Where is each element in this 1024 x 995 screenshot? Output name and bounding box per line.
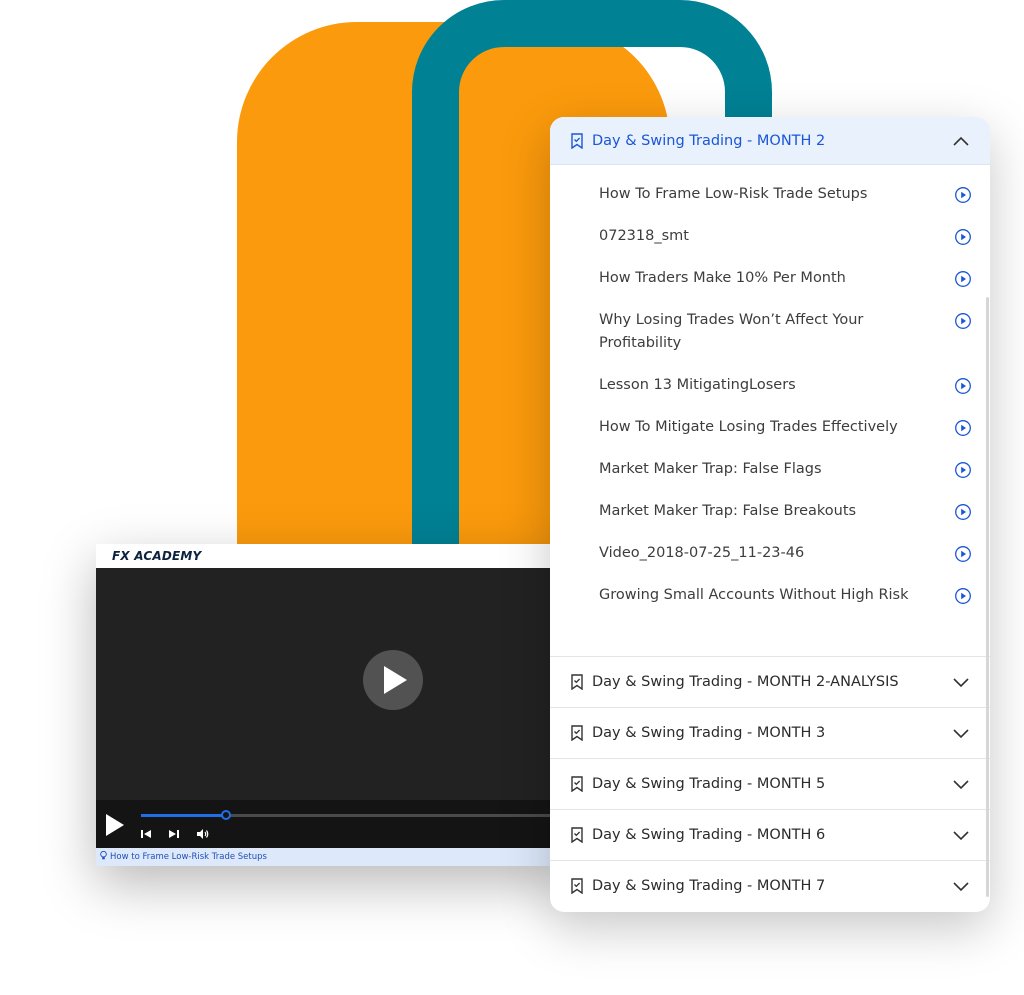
bookmark-icon bbox=[571, 132, 583, 149]
lesson-item[interactable]: Video_2018-07-25_11-23-46 bbox=[550, 542, 990, 565]
play-circle-icon[interactable] bbox=[954, 377, 972, 395]
module-title: Day & Swing Trading - MONTH 2 bbox=[592, 132, 826, 149]
chevron-down-icon[interactable] bbox=[952, 829, 970, 841]
lesson-label: How Traders Make 10% Per Month bbox=[599, 270, 846, 286]
module-title: Day & Swing Trading - MONTH 7 bbox=[592, 878, 826, 894]
skip-forward-icon[interactable] bbox=[169, 829, 179, 842]
play-circle-icon[interactable] bbox=[954, 545, 972, 563]
module-header-month-6[interactable]: Day & Swing Trading - MONTH 6 bbox=[550, 809, 990, 860]
chevron-up-icon[interactable] bbox=[952, 135, 970, 147]
progress-fill bbox=[141, 814, 226, 817]
lesson-label: Lesson 13 MitigatingLosers bbox=[599, 377, 796, 393]
lesson-label: How To Mitigate Losing Trades Effectivel… bbox=[599, 419, 898, 435]
play-circle-icon[interactable] bbox=[954, 186, 972, 204]
progress-bar[interactable] bbox=[141, 810, 566, 820]
lesson-item[interactable]: How Traders Make 10% Per Month bbox=[550, 267, 990, 290]
lesson-label: Market Maker Trap: False Flags bbox=[599, 461, 822, 477]
lesson-label: Market Maker Trap: False Breakouts bbox=[599, 503, 857, 519]
bookmark-icon bbox=[571, 878, 583, 894]
module-title: Day & Swing Trading - MONTH 6 bbox=[592, 827, 826, 843]
play-circle-icon[interactable] bbox=[954, 312, 972, 330]
lesson-label: Video_2018-07-25_11-23-46 bbox=[599, 545, 805, 561]
big-play-button[interactable] bbox=[363, 650, 423, 710]
progress-handle[interactable] bbox=[221, 810, 231, 820]
curriculum-panel: Day & Swing Trading - MONTH 2 How To Fra… bbox=[550, 117, 990, 912]
lesson-label: 072318_smt bbox=[599, 228, 689, 244]
chevron-down-icon[interactable] bbox=[952, 676, 970, 688]
video-screen[interactable] bbox=[96, 568, 566, 800]
module-title: Day & Swing Trading - MONTH 3 bbox=[592, 725, 826, 741]
bookmark-icon bbox=[571, 674, 583, 690]
play-circle-icon[interactable] bbox=[954, 228, 972, 246]
lesson-item[interactable]: Why Losing Trades Won’t Affect Your Prof… bbox=[550, 309, 990, 355]
module-title: Day & Swing Trading - MONTH 2-ANALYSIS bbox=[592, 674, 899, 690]
bookmark-icon bbox=[571, 827, 583, 843]
lesson-label: How To Frame Low-Risk Trade Setups bbox=[599, 186, 868, 202]
lightbulb-icon bbox=[100, 850, 107, 863]
module-header-month-3[interactable]: Day & Swing Trading - MONTH 3 bbox=[550, 707, 990, 758]
play-circle-icon[interactable] bbox=[954, 270, 972, 288]
bookmark-icon bbox=[571, 725, 583, 741]
video-controls bbox=[96, 800, 566, 848]
player-header: FX ACADEMY bbox=[96, 544, 566, 568]
module-title: Day & Swing Trading - MONTH 5 bbox=[592, 776, 826, 792]
lesson-item[interactable]: Market Maker Trap: False Flags bbox=[550, 458, 990, 481]
play-circle-icon[interactable] bbox=[954, 419, 972, 437]
play-circle-icon[interactable] bbox=[954, 587, 972, 605]
lesson-label: Growing Small Accounts Without High Risk bbox=[599, 587, 909, 603]
volume-icon[interactable] bbox=[197, 829, 209, 842]
video-player: FX ACADEMY How to Frame Low-Risk Trade S… bbox=[96, 544, 566, 866]
fx-academy-logo: FX ACADEMY bbox=[112, 549, 202, 563]
lesson-item[interactable]: 072318_smt bbox=[550, 225, 990, 248]
play-circle-icon[interactable] bbox=[954, 503, 972, 521]
lesson-item[interactable]: Lesson 13 MitigatingLosers bbox=[550, 374, 990, 397]
play-icon[interactable] bbox=[106, 814, 124, 836]
module-header-month-5[interactable]: Day & Swing Trading - MONTH 5 bbox=[550, 758, 990, 809]
lesson-label: Why Losing Trades Won’t Affect Your Prof… bbox=[599, 312, 864, 351]
skip-back-icon[interactable] bbox=[141, 829, 151, 842]
module-header-month-7[interactable]: Day & Swing Trading - MONTH 7 bbox=[550, 860, 990, 911]
chevron-down-icon[interactable] bbox=[952, 727, 970, 739]
lesson-item[interactable]: How To Mitigate Losing Trades Effectivel… bbox=[550, 416, 990, 439]
lesson-item[interactable]: How To Frame Low-Risk Trade Setups bbox=[550, 183, 990, 206]
lesson-item[interactable]: Market Maker Trap: False Breakouts bbox=[550, 500, 990, 523]
module-header-month-2-analysis[interactable]: Day & Swing Trading - MONTH 2-ANALYSIS bbox=[550, 656, 990, 707]
chevron-down-icon[interactable] bbox=[952, 880, 970, 892]
module-header-month-2[interactable]: Day & Swing Trading - MONTH 2 bbox=[550, 117, 990, 165]
play-circle-icon[interactable] bbox=[954, 461, 972, 479]
panel-scrollbar[interactable] bbox=[986, 297, 989, 897]
lesson-item[interactable]: Growing Small Accounts Without High Risk bbox=[550, 584, 990, 607]
lesson-list: How To Frame Low-Risk Trade Setups 07231… bbox=[550, 165, 990, 656]
bookmark-icon bbox=[571, 776, 583, 792]
play-icon bbox=[384, 666, 407, 694]
video-caption-bar: How to Frame Low-Risk Trade Setups bbox=[96, 848, 566, 866]
video-caption-text: How to Frame Low-Risk Trade Setups bbox=[110, 852, 267, 862]
chevron-down-icon[interactable] bbox=[952, 778, 970, 790]
